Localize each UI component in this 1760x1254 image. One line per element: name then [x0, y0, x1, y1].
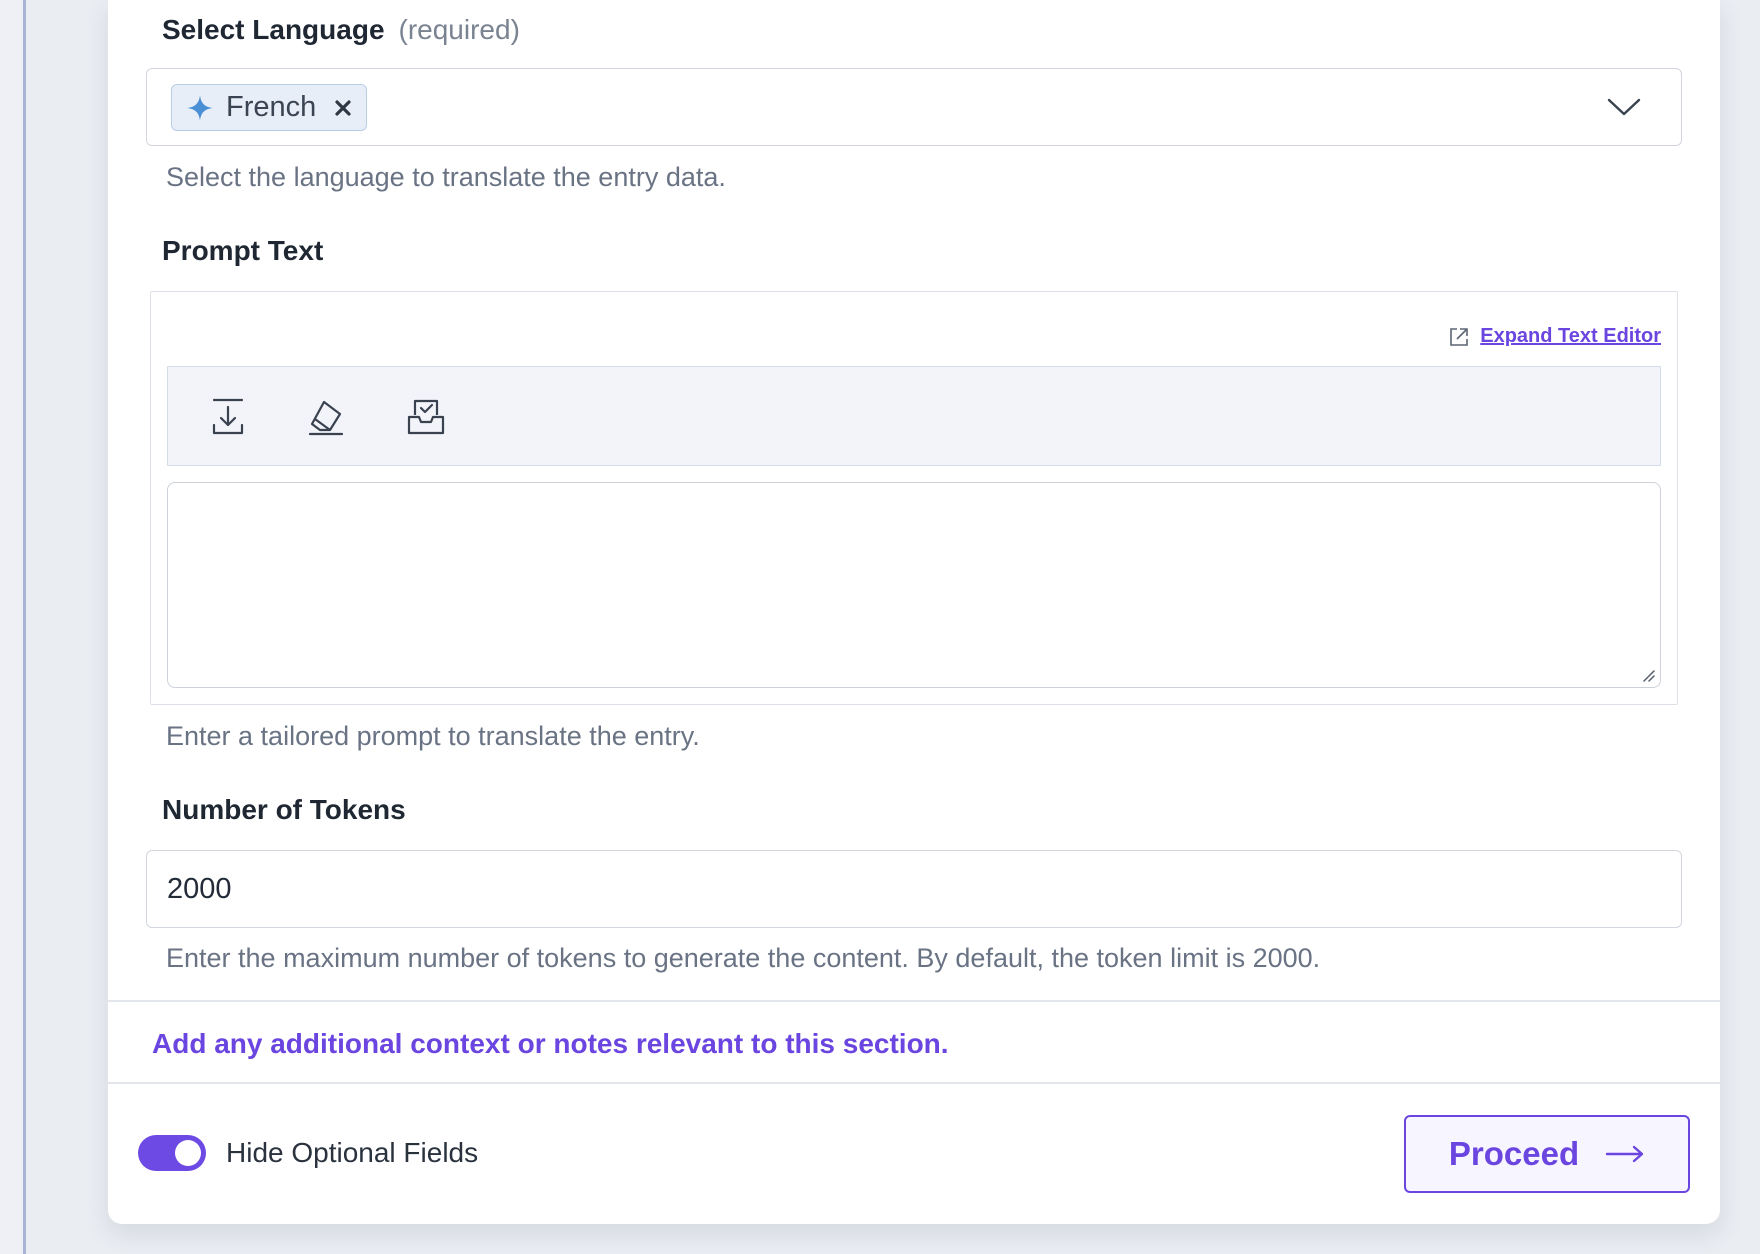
- proceed-label: Proceed: [1448, 1135, 1580, 1172]
- prompt-label: Prompt Text: [162, 235, 324, 266]
- language-label: Select Language: [162, 14, 385, 45]
- external-link-icon: [1450, 327, 1469, 346]
- hide-optional-fields-toggle[interactable]: [138, 1135, 206, 1171]
- tokens-input[interactable]: 2000: [146, 850, 1682, 928]
- language-select[interactable]: French: [146, 68, 1682, 146]
- prompt-panel: Expand Text Editor: [150, 291, 1678, 705]
- chevron-down-icon[interactable]: [1607, 97, 1641, 117]
- language-tag-label: French: [226, 91, 317, 123]
- prompt-label-row: Prompt Text: [162, 235, 323, 267]
- footer-divider: [108, 1082, 1720, 1084]
- prompt-toolbar: [167, 366, 1661, 466]
- form-card: Select Language (required) French Select …: [108, 0, 1720, 1224]
- remove-tag-icon[interactable]: [334, 99, 352, 117]
- language-help: Select the language to translate the ent…: [166, 162, 726, 192]
- eraser-icon[interactable]: [306, 397, 346, 437]
- prompt-textarea[interactable]: [167, 482, 1661, 688]
- arrow-right-icon: [1605, 1145, 1644, 1163]
- language-tag: French: [171, 84, 367, 131]
- sparkle-icon: [187, 94, 213, 121]
- expand-text-editor-link[interactable]: Expand Text Editor: [1448, 325, 1661, 348]
- tokens-label: Number of Tokens: [162, 794, 406, 825]
- proceed-button[interactable]: Proceed: [1404, 1115, 1690, 1193]
- inbox-check-icon[interactable]: [406, 397, 446, 437]
- required-note: (required): [398, 14, 520, 45]
- tokens-value: 2000: [167, 872, 232, 905]
- section-divider: [108, 1000, 1720, 1002]
- download-icon[interactable]: [208, 397, 248, 437]
- prompt-help: Enter a tailored prompt to translate the…: [166, 721, 700, 751]
- expand-text-editor-label[interactable]: Expand Text Editor: [1480, 325, 1661, 348]
- hide-optional-fields-label: Hide Optional Fields: [226, 1137, 479, 1168]
- resize-handle-icon[interactable]: [1640, 667, 1656, 683]
- language-label-row: Select Language (required): [162, 14, 520, 46]
- left-rail: [0, 0, 26, 1254]
- toggle-knob: [175, 1140, 201, 1166]
- tokens-help: Enter the maximum number of tokens to ge…: [166, 943, 1321, 973]
- tokens-label-row: Number of Tokens: [162, 794, 406, 826]
- context-note: Add any additional context or notes rele…: [152, 1028, 949, 1059]
